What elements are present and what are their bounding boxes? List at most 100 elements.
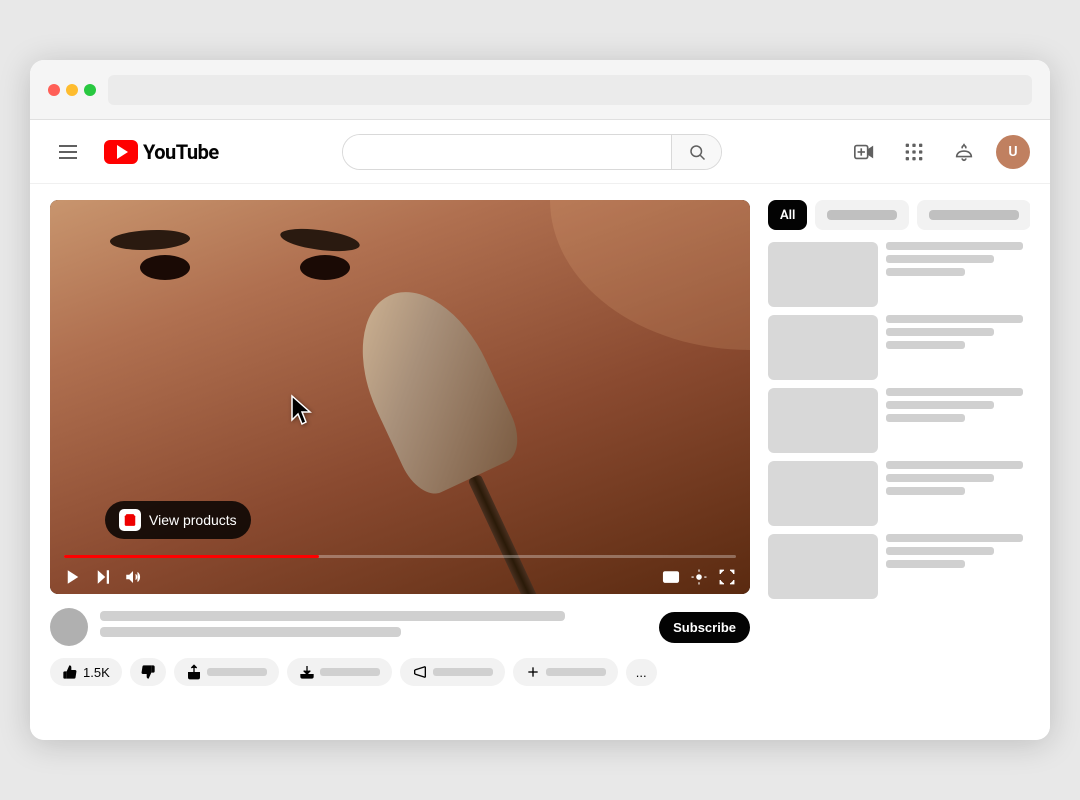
- play-button[interactable]: [62, 566, 84, 588]
- more-button[interactable]: ...: [626, 659, 657, 686]
- sidebar-video-list: [768, 242, 1030, 599]
- list-item[interactable]: [768, 461, 1030, 526]
- apps-button[interactable]: [896, 134, 932, 170]
- hamburger-menu-button[interactable]: [50, 134, 86, 170]
- view-products-button[interactable]: View products: [105, 501, 251, 539]
- fullscreen-button[interactable]: [716, 566, 738, 588]
- filter-all-label: All: [780, 208, 795, 223]
- maximize-dot[interactable]: [84, 84, 96, 96]
- download-icon: [299, 664, 315, 680]
- save-button[interactable]: [513, 658, 618, 686]
- sidebar-video-info: [886, 388, 1030, 422]
- header-actions: U: [846, 134, 1030, 170]
- filter-pill-1-label: [827, 210, 897, 220]
- video-title-line-1: [100, 611, 565, 621]
- search-icon: [688, 143, 706, 161]
- list-item[interactable]: [768, 534, 1030, 599]
- sidebar-title-line-2: [886, 255, 994, 263]
- sidebar-thumbnail: [768, 315, 878, 380]
- progress-bar-background: [64, 555, 736, 558]
- search-bar: [342, 134, 722, 170]
- next-icon: [94, 568, 112, 586]
- sidebar-video-info: [886, 315, 1030, 349]
- browser-chrome: [30, 60, 1050, 120]
- video-title-area: [100, 611, 647, 643]
- close-dot[interactable]: [48, 84, 60, 96]
- youtube-header: YouTube: [30, 120, 1050, 184]
- channel-avatar: [50, 608, 88, 646]
- sidebar-title-line-1: [886, 315, 1023, 323]
- browser-dots: [48, 84, 96, 96]
- subscribe-button[interactable]: Subscribe: [659, 612, 750, 643]
- cc-button[interactable]: [660, 566, 682, 588]
- view-products-label: View products: [149, 512, 237, 528]
- sidebar-video-info: [886, 534, 1030, 568]
- thumbs-up-icon: [62, 664, 78, 680]
- list-item[interactable]: [768, 242, 1030, 307]
- video-info-row: Subscribe: [50, 604, 750, 646]
- filter-pill-2[interactable]: [917, 200, 1030, 230]
- search-button[interactable]: [671, 135, 721, 169]
- sidebar-title-line-3: [886, 268, 965, 276]
- list-item[interactable]: [768, 388, 1030, 453]
- create-video-button[interactable]: [846, 134, 882, 170]
- notifications-button[interactable]: [946, 134, 982, 170]
- progress-bar-fill: [64, 555, 319, 558]
- shopping-icon: [119, 509, 141, 531]
- search-area: [237, 134, 828, 170]
- download-text: [320, 668, 380, 676]
- hamburger-line: [59, 157, 77, 159]
- avatar[interactable]: U: [996, 135, 1030, 169]
- clip-icon: [412, 664, 428, 680]
- eye-left: [140, 255, 190, 280]
- sidebar-title-line-1: [886, 534, 1023, 542]
- progress-area[interactable]: [50, 555, 750, 558]
- sidebar-title-line-3: [886, 414, 965, 422]
- filter-pill-1[interactable]: [815, 200, 909, 230]
- filter-pill-2-label: [929, 210, 1019, 220]
- search-input[interactable]: [343, 135, 671, 169]
- sidebar-title-line-2: [886, 547, 994, 555]
- sidebar-title-line-3: [886, 560, 965, 568]
- sidebar-thumbnail: [768, 242, 878, 307]
- like-button[interactable]: 1.5K: [50, 658, 122, 686]
- address-bar[interactable]: [108, 75, 1032, 105]
- bag-icon: [123, 513, 137, 527]
- video-controls: [50, 566, 750, 588]
- sidebar-thumbnail: [768, 534, 878, 599]
- sidebar-title-line-1: [886, 461, 1023, 469]
- youtube-icon: [104, 140, 138, 164]
- settings-button[interactable]: [688, 566, 710, 588]
- more-dots: ...: [636, 665, 647, 680]
- fullscreen-icon: [718, 568, 736, 586]
- sidebar-title-line-1: [886, 242, 1023, 250]
- youtube-wordmark: YouTube: [143, 140, 219, 164]
- share-button[interactable]: [174, 658, 279, 686]
- video-player[interactable]: View products ×: [50, 200, 750, 594]
- main-content: View products ×: [30, 184, 1050, 740]
- list-item[interactable]: [768, 315, 1030, 380]
- video-title-line-2: [100, 627, 401, 637]
- clip-text: [433, 668, 493, 676]
- download-button[interactable]: [287, 658, 392, 686]
- sidebar-title-line-2: [886, 328, 994, 336]
- controls-right: [660, 566, 738, 588]
- minimize-dot[interactable]: [66, 84, 78, 96]
- sidebar-video-info: [886, 461, 1030, 495]
- sidebar-title-line-3: [886, 341, 965, 349]
- dislike-button[interactable]: [130, 658, 166, 686]
- mute-button[interactable]: [122, 566, 144, 588]
- save-text: [546, 668, 606, 676]
- save-icon: [525, 664, 541, 680]
- sidebar-title-line-3: [886, 487, 965, 495]
- share-icon: [186, 664, 202, 680]
- sidebar-title-line-2: [886, 474, 994, 482]
- thumbs-down-icon: [140, 664, 156, 680]
- next-button[interactable]: [92, 566, 114, 588]
- filter-pill-all[interactable]: All: [768, 200, 807, 230]
- clip-button[interactable]: [400, 658, 505, 686]
- youtube-logo[interactable]: YouTube: [104, 140, 219, 164]
- hamburger-line: [59, 145, 77, 147]
- cc-icon: [662, 568, 680, 586]
- sidebar-thumbnail: [768, 388, 878, 453]
